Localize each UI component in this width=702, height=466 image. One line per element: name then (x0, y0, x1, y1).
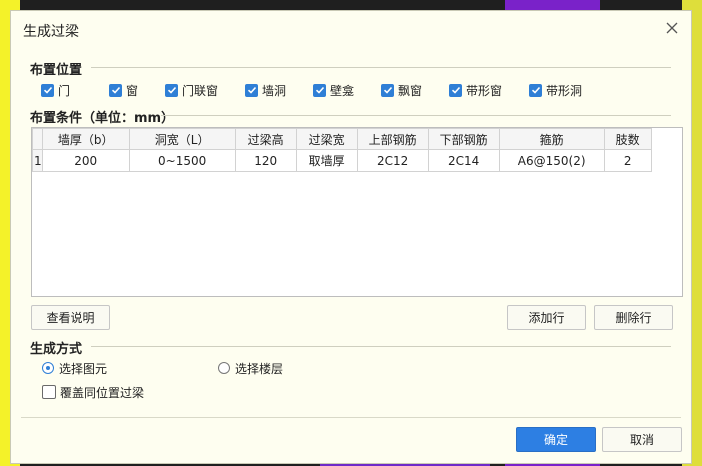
table-cell[interactable]: 120 (234, 149, 297, 172)
checkbox-door-window[interactable]: 门联窗 (165, 82, 218, 98)
checkbox-label: 窗 (126, 83, 139, 98)
table-header-row: 墙厚（b） 洞宽（L） 过梁高 过梁宽 上部钢筋 下部钢筋 箍筋 肢数 (32, 128, 652, 150)
checkbox-checked-icon (381, 83, 394, 97)
checkbox-label: 带形窗 (466, 83, 503, 98)
conditions-section-label: 布置条件（单位：mm） (30, 111, 175, 126)
column-header[interactable]: 过梁高 (234, 128, 297, 150)
table-row[interactable]: 1 200 0~1500 120 取墙厚 2C12 2C14 A6@150(2)… (32, 149, 652, 172)
column-header[interactable]: 下部钢筋 (427, 128, 500, 150)
checkbox-door[interactable]: 门 (41, 82, 70, 98)
table-cell[interactable]: 0~1500 (128, 149, 236, 172)
table-cell[interactable]: 200 (41, 149, 130, 172)
add-row-button[interactable]: 添加行 (507, 305, 586, 330)
checkbox-overwrite[interactable]: 覆盖同位置过梁 (42, 384, 144, 400)
radio-select-floor[interactable]: 选择楼层 (218, 360, 283, 376)
checkbox-strip-opening[interactable]: 带形洞 (529, 82, 582, 98)
checkbox-checked-icon (41, 83, 54, 97)
table-cell[interactable]: 2C12 (356, 149, 429, 172)
divider (161, 115, 671, 116)
checkbox-checked-icon (109, 83, 122, 97)
dialog-title: 生成过梁 (23, 24, 79, 40)
checkbox-niche[interactable]: 壁龛 (313, 82, 354, 98)
close-icon[interactable] (663, 19, 681, 37)
checkbox-label: 带形洞 (546, 83, 583, 98)
view-help-button[interactable]: 查看说明 (31, 305, 110, 330)
delete-row-button[interactable]: 删除行 (594, 305, 673, 330)
radio-label: 选择图元 (59, 361, 108, 376)
checkbox-label: 门 (58, 83, 71, 98)
checkbox-checked-icon (245, 83, 258, 97)
ok-button[interactable]: 确定 (516, 427, 596, 452)
checkbox-checked-icon (165, 83, 178, 97)
conditions-table: 墙厚（b） 洞宽（L） 过梁高 过梁宽 上部钢筋 下部钢筋 箍筋 肢数 1 20… (31, 127, 683, 297)
radio-select-elements[interactable]: 选择图元 (42, 360, 107, 376)
column-header[interactable]: 肢数 (603, 128, 652, 150)
checkbox-bay-window[interactable]: 飘窗 (381, 82, 422, 98)
table-cell[interactable]: A6@150(2) (498, 149, 605, 172)
column-header[interactable]: 过梁宽 (295, 128, 358, 150)
table-cell[interactable]: 2 (603, 149, 652, 172)
checkbox-label: 覆盖同位置过梁 (60, 385, 145, 400)
radio-label: 选择楼层 (235, 361, 284, 376)
checkbox-label: 墙洞 (262, 83, 287, 98)
checkbox-label: 飘窗 (398, 83, 423, 98)
radio-selected-icon (42, 362, 54, 374)
divider (91, 346, 671, 347)
checkbox-strip-window[interactable]: 带形窗 (449, 82, 502, 98)
checkbox-label: 门联窗 (182, 83, 219, 98)
checkbox-window[interactable]: 窗 (109, 82, 138, 98)
divider (21, 417, 681, 418)
checkbox-checked-icon (449, 83, 462, 97)
divider (91, 67, 671, 68)
table-cell[interactable]: 取墙厚 (295, 149, 358, 172)
row-number-header (32, 128, 43, 150)
placement-options: 门 窗 门联窗 墙洞 壁龛 飘窗 带形窗 带形洞 (41, 82, 681, 98)
checkbox-checked-icon (529, 83, 542, 97)
title-bar[interactable]: 生成过梁 (11, 11, 691, 47)
checkbox-unchecked-icon (42, 385, 56, 399)
checkbox-wall-opening[interactable]: 墙洞 (245, 82, 286, 98)
column-header[interactable]: 墙厚（b） (41, 128, 130, 150)
column-header[interactable]: 上部钢筋 (356, 128, 429, 150)
column-header[interactable]: 洞宽（L） (128, 128, 236, 150)
row-number: 1 (32, 149, 43, 172)
generate-section-label: 生成方式 (30, 342, 83, 357)
table-cell[interactable]: 2C14 (427, 149, 500, 172)
checkbox-label: 壁龛 (330, 83, 355, 98)
placement-section-label: 布置位置 (30, 63, 83, 78)
checkbox-checked-icon (313, 83, 326, 97)
cancel-button[interactable]: 取消 (602, 427, 682, 452)
generate-lintel-dialog: 生成过梁 布置位置 门 窗 门联窗 墙洞 壁龛 飘窗 带形窗 带形洞 布置条件（… (10, 10, 692, 464)
column-header[interactable]: 箍筋 (498, 128, 605, 150)
radio-unselected-icon (218, 362, 230, 374)
